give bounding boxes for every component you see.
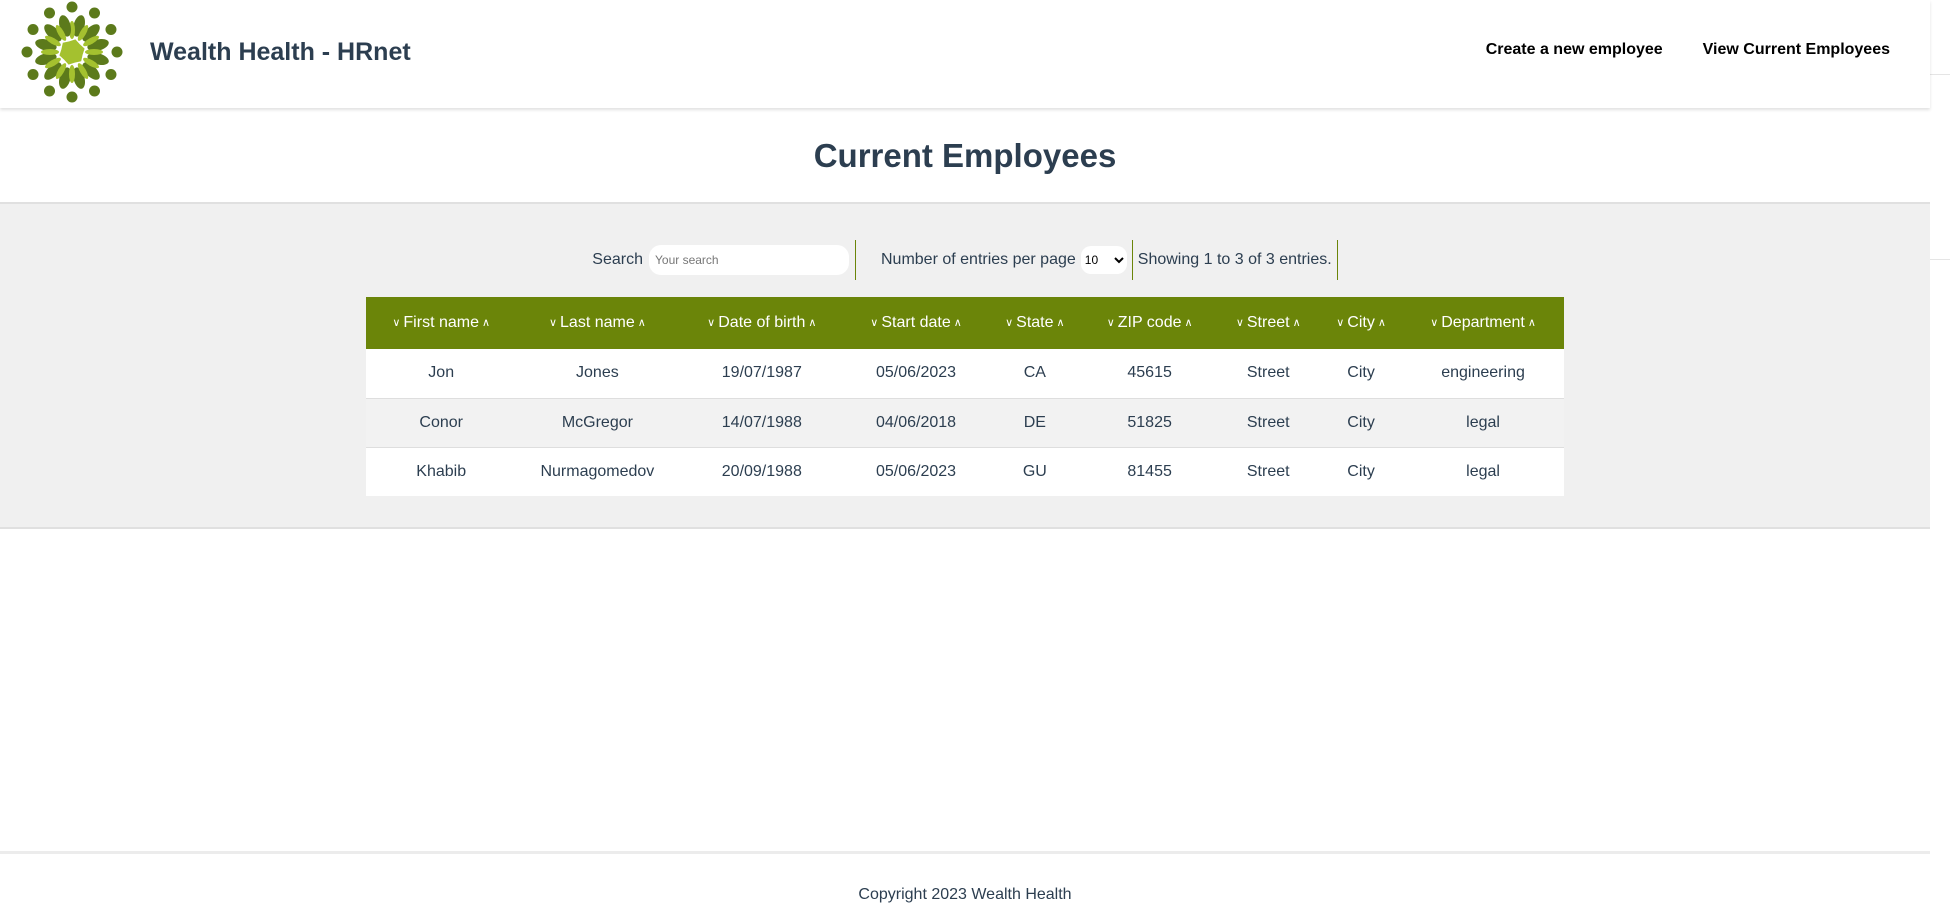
- column-header[interactable]: ∨ ZIP code ∧: [1083, 297, 1217, 349]
- table-cell: legal: [1402, 397, 1564, 447]
- column-header-label: Last name: [560, 313, 635, 331]
- sort-ascending-icon[interactable]: ∧: [1057, 316, 1065, 329]
- column-header[interactable]: ∨ State ∧: [987, 297, 1083, 349]
- table-cell: Khabib: [366, 446, 517, 496]
- search-label: Search: [592, 251, 643, 268]
- column-header-label: Start date: [881, 313, 951, 331]
- table-cell: City: [1320, 446, 1403, 496]
- column-header[interactable]: ∨ Start date ∧: [845, 297, 987, 349]
- sort-ascending-icon[interactable]: ∧: [1528, 316, 1536, 329]
- sort-descending-icon[interactable]: ∨: [707, 316, 715, 329]
- sort-descending-icon[interactable]: ∨: [392, 316, 400, 329]
- sort-ascending-icon[interactable]: ∧: [1293, 316, 1301, 329]
- table-cell: 05/06/2023: [845, 446, 987, 496]
- divider: [1131, 240, 1133, 280]
- table-cell: City: [1347, 364, 1375, 382]
- table-body: Jon Jones 19/07/1987 05/06/2023 CA 45615 Stree…: [366, 349, 1564, 496]
- table-cell: Street: [1216, 446, 1321, 496]
- table-cell: DE: [986, 397, 1083, 447]
- table-cell: Street: [1246, 364, 1290, 382]
- table-cell: Jones: [576, 364, 619, 382]
- column-header-label: Department: [1441, 313, 1525, 331]
- footer: Copyright 2023 Wealth Health: [0, 851, 1930, 922]
- search-group: Search: [592, 240, 849, 280]
- column-header[interactable]: ∨ Street ∧: [1216, 297, 1320, 349]
- divider: [1930, 74, 1950, 75]
- nav-create-employee[interactable]: Create a new employee: [1486, 41, 1663, 59]
- table-cell: City: [1320, 397, 1403, 447]
- main-nav: Create a new employee View Current Emplo…: [1486, 41, 1890, 59]
- sort-descending-icon[interactable]: ∨: [1107, 316, 1115, 329]
- table-cell: Conor: [366, 397, 517, 447]
- table-cell: Jon: [428, 364, 455, 382]
- table-row: Khabib Nurmagomedov 20/09/1988 05/06/2023 GU…: [366, 446, 1564, 496]
- scrollbar[interactable]: [1930, 0, 1950, 922]
- column-header[interactable]: ∨ City ∧: [1320, 297, 1402, 349]
- employees-table-wrapper: ∨ First name ∧ ∨ Last name ∧ ∨ Date of birth ∧ ∨ S…: [366, 297, 1564, 496]
- sort-ascending-icon[interactable]: ∧: [954, 316, 962, 329]
- column-header[interactable]: ∨ First name ∧: [366, 297, 516, 349]
- column-header[interactable]: ∨ Department ∧: [1402, 297, 1564, 349]
- entries-per-page-select[interactable]: 10: [1080, 246, 1127, 274]
- table-cell: 20/09/1988: [678, 446, 846, 496]
- table-row: Conor McGregor 14/07/1988 04/06/2018 DE 51825…: [366, 397, 1564, 447]
- table-cell: CA: [1023, 364, 1046, 382]
- entries-label: Number of entries per page: [881, 251, 1076, 268]
- column-header-label: First name: [403, 313, 479, 331]
- sort-ascending-icon[interactable]: ∧: [638, 316, 646, 329]
- table-cell: McGregor: [516, 397, 679, 447]
- employees-table: ∨ First name ∧ ∨ Last name ∧ ∨ Date of birth ∧ ∨ S…: [366, 297, 1564, 496]
- table-controls: Search Number of entries per page 10 Sho…: [0, 240, 1930, 280]
- search-input[interactable]: [649, 245, 849, 275]
- column-header-label: Street: [1246, 313, 1290, 331]
- sort-descending-icon[interactable]: ∨: [1005, 316, 1013, 329]
- nav-view-employees[interactable]: View Current Employees: [1703, 41, 1890, 59]
- sort-ascending-icon[interactable]: ∧: [808, 316, 816, 329]
- sort-ascending-icon[interactable]: ∧: [1185, 316, 1193, 329]
- table-cell: Street: [1216, 397, 1321, 447]
- table-cell: 81455: [1082, 446, 1217, 496]
- table-cell: 05/06/2023: [876, 364, 957, 382]
- entries-info: Showing 1 to 3 of 3 entries.: [1137, 251, 1332, 268]
- table-cell: 14/07/1988: [678, 397, 846, 447]
- entries-group: Number of entries per page 10: [856, 240, 1132, 280]
- sort-descending-icon[interactable]: ∨: [1336, 316, 1344, 329]
- table-cell: engineering: [1441, 364, 1525, 382]
- column-header-label: Date of birth: [718, 313, 806, 331]
- table-cell: 04/06/2018: [845, 397, 987, 447]
- sort-descending-icon[interactable]: ∨: [870, 316, 878, 329]
- table-cell: 19/07/1987: [721, 364, 802, 382]
- column-header-label: City: [1347, 313, 1375, 331]
- table-cell: 51825: [1082, 397, 1217, 447]
- column-header-label: ZIP code: [1117, 313, 1182, 331]
- column-header-label: State: [1016, 313, 1054, 331]
- page-title: Current Employees: [813, 137, 1117, 174]
- table-cell: GU: [986, 446, 1083, 496]
- table-cell: legal: [1402, 446, 1564, 496]
- sort-descending-icon[interactable]: ∨: [549, 316, 557, 329]
- wealth-health-logo-icon[interactable]: [20, 1, 125, 103]
- sort-descending-icon[interactable]: ∨: [1236, 316, 1244, 329]
- page: Wealth Health - HRnet Create a new emplo…: [0, 0, 1930, 922]
- sort-ascending-icon[interactable]: ∧: [1378, 316, 1386, 329]
- divider: [1336, 240, 1338, 280]
- table-cell: 45615: [1127, 364, 1172, 382]
- sort-descending-icon[interactable]: ∨: [1430, 316, 1438, 329]
- copyright-text: Copyright 2023 Wealth Health: [858, 886, 1072, 903]
- table-row: Jon Jones 19/07/1987 05/06/2023 CA 45615 Stree…: [366, 349, 1564, 398]
- table-cell: Nurmagomedov: [516, 446, 679, 496]
- top-bar: Wealth Health - HRnet Create a new emplo…: [0, 0, 1930, 108]
- table-header-row: ∨ First name ∧ ∨ Last name ∧ ∨ Date of birth ∧ ∨ S…: [366, 297, 1564, 349]
- column-header[interactable]: ∨ Date of birth ∧: [678, 297, 845, 349]
- sort-ascending-icon[interactable]: ∧: [482, 316, 490, 329]
- brand-title: Wealth Health - HRnet: [150, 38, 411, 66]
- column-header[interactable]: ∨ Last name ∧: [516, 297, 678, 349]
- divider: [1930, 259, 1950, 260]
